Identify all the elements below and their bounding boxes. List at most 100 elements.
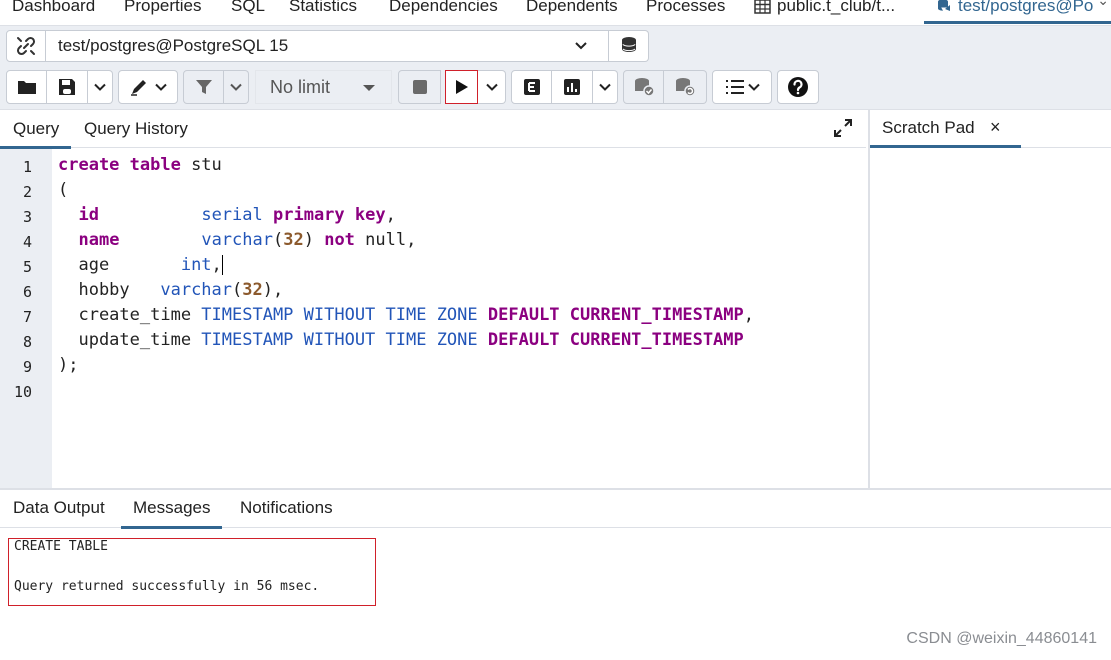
table-icon bbox=[754, 0, 771, 14]
rollback-button[interactable] bbox=[664, 70, 707, 104]
filter-options-dropdown[interactable] bbox=[224, 70, 249, 104]
caret-down-icon bbox=[363, 85, 375, 91]
edit-menu-button[interactable] bbox=[118, 70, 178, 104]
stop-icon bbox=[412, 80, 427, 94]
tab-dashboard[interactable]: Dashboard bbox=[12, 0, 95, 18]
code-line: create table stu bbox=[58, 153, 222, 178]
code-token: ) bbox=[303, 230, 325, 250]
open-file-button[interactable] bbox=[6, 70, 47, 104]
code-token: TIMESTAMP WITHOUT TIME ZONE bbox=[201, 330, 478, 350]
code-token: int bbox=[180, 255, 212, 275]
code-token: DEFAULT CURRENT_TIMESTAMP bbox=[487, 305, 744, 325]
tab-label: Processes bbox=[646, 0, 726, 15]
code-token: not bbox=[324, 230, 355, 250]
tab-label: Dependents bbox=[526, 0, 618, 15]
expand-icon[interactable] bbox=[834, 119, 852, 137]
line-number: 3 bbox=[22, 208, 32, 226]
code-token: create table bbox=[58, 155, 181, 175]
row-limit-value: No limit bbox=[270, 76, 331, 97]
save-file-button[interactable] bbox=[47, 70, 88, 104]
execute-options-dropdown[interactable] bbox=[478, 70, 506, 104]
code-token: null, bbox=[354, 230, 417, 250]
bar-chart-icon bbox=[564, 79, 580, 95]
tab-query-history[interactable]: Query History bbox=[84, 119, 188, 139]
scratch-pad-tabs: Scratch Pad × bbox=[870, 110, 1111, 148]
line-number: 9 bbox=[22, 358, 32, 376]
code-token: ( bbox=[232, 280, 243, 300]
message-line: Query returned successfully in 56 msec. bbox=[14, 579, 320, 594]
tab-scratch-pad[interactable]: Scratch Pad bbox=[882, 118, 975, 138]
code-token: varchar bbox=[201, 230, 273, 250]
tab-label: test/postgres@Po bbox=[958, 0, 1094, 15]
tab-label: public.t_club/t... bbox=[777, 0, 896, 15]
list-icon bbox=[725, 80, 744, 94]
close-icon[interactable]: × bbox=[990, 117, 1001, 138]
code-token: DEFAULT CURRENT_TIMESTAMP bbox=[487, 330, 744, 350]
help-button[interactable] bbox=[777, 70, 819, 104]
save-icon bbox=[59, 79, 75, 95]
tab-statistics[interactable]: Statistics bbox=[289, 0, 357, 18]
tab-properties[interactable]: Properties bbox=[124, 0, 201, 18]
execute-button[interactable] bbox=[445, 70, 478, 104]
sql-editor[interactable]: 1 2 3 4 5 6 7 8 9 10 create table stu ( i… bbox=[0, 149, 866, 488]
tab-label: SQL bbox=[231, 0, 266, 15]
tab-data-output[interactable]: Data Output bbox=[13, 498, 105, 518]
chevron-down-icon bbox=[599, 83, 611, 91]
code-token: 32 bbox=[283, 230, 304, 250]
tab-notifications[interactable]: Notifications bbox=[240, 498, 333, 518]
code-line: create_time TIMESTAMP WITHOUT TIME ZONE … bbox=[58, 303, 754, 328]
line-number: 6 bbox=[22, 283, 32, 301]
connection-select-value: test/postgres@PostgreSQL 15 bbox=[58, 36, 289, 55]
top-tab-strip: Dashboard Properties SQL Statistics Depe… bbox=[0, 0, 1111, 26]
tab-messages[interactable]: Messages bbox=[120, 498, 224, 529]
tab-sql[interactable]: SQL bbox=[231, 0, 265, 18]
macros-button[interactable] bbox=[712, 70, 772, 104]
play-icon bbox=[455, 80, 468, 94]
line-number: 2 bbox=[22, 183, 32, 201]
tab-query-tool[interactable]: test/postgres@Po bbox=[923, 0, 1111, 24]
code-token: age bbox=[58, 255, 181, 275]
message-line: CREATE TABLE bbox=[14, 539, 108, 554]
tab-dependents[interactable]: Dependents bbox=[526, 0, 618, 18]
watermark: CSDN @weixin_44860141 bbox=[906, 630, 1097, 647]
connection-bar: test/postgres@PostgreSQL 15 bbox=[0, 26, 1111, 66]
explain-icon bbox=[523, 79, 540, 95]
cancel-query-button[interactable] bbox=[398, 70, 441, 104]
line-number: 4 bbox=[22, 233, 32, 251]
text-cursor bbox=[221, 255, 223, 275]
connection-status-button[interactable] bbox=[6, 30, 46, 62]
tab-dependencies[interactable]: Dependencies bbox=[389, 0, 498, 18]
explain-analyze-button[interactable] bbox=[552, 70, 593, 104]
chevron-down-icon bbox=[575, 42, 587, 50]
database-rollback-icon bbox=[676, 78, 696, 97]
line-number-gutter: 1 2 3 4 5 6 7 8 9 10 bbox=[0, 149, 52, 488]
code-token: primary key bbox=[273, 205, 386, 225]
code-token: , bbox=[743, 305, 755, 325]
tab-query[interactable]: Query bbox=[0, 119, 72, 149]
code-token: , bbox=[385, 205, 396, 225]
tab-label: Dependencies bbox=[389, 0, 498, 15]
explain-button[interactable] bbox=[511, 70, 552, 104]
chevron-down-icon bbox=[154, 83, 167, 91]
code-line: update_time TIMESTAMP WITHOUT TIME ZONE … bbox=[58, 328, 744, 353]
code-token: TIMESTAMP WITHOUT TIME ZONE bbox=[201, 305, 478, 325]
more-tabs-icon[interactable]: ⌄ bbox=[1097, 0, 1109, 9]
tab-processes[interactable]: Processes bbox=[646, 0, 725, 18]
code-line: age int, bbox=[58, 253, 223, 278]
filter-button[interactable] bbox=[183, 70, 224, 104]
connection-select[interactable]: test/postgres@PostgreSQL 15 bbox=[46, 30, 609, 62]
save-options-dropdown[interactable] bbox=[88, 70, 113, 104]
commit-button[interactable] bbox=[623, 70, 664, 104]
row-limit-select[interactable]: No limit bbox=[255, 70, 392, 104]
code-token: name bbox=[78, 230, 120, 250]
explain-options-dropdown[interactable] bbox=[593, 70, 618, 104]
tab-label: Properties bbox=[124, 0, 202, 15]
new-connection-button[interactable] bbox=[609, 30, 649, 62]
code-token: 32 bbox=[242, 280, 263, 300]
help-icon bbox=[788, 77, 808, 97]
tab-table-view[interactable]: public.t_club/t... bbox=[754, 0, 895, 18]
